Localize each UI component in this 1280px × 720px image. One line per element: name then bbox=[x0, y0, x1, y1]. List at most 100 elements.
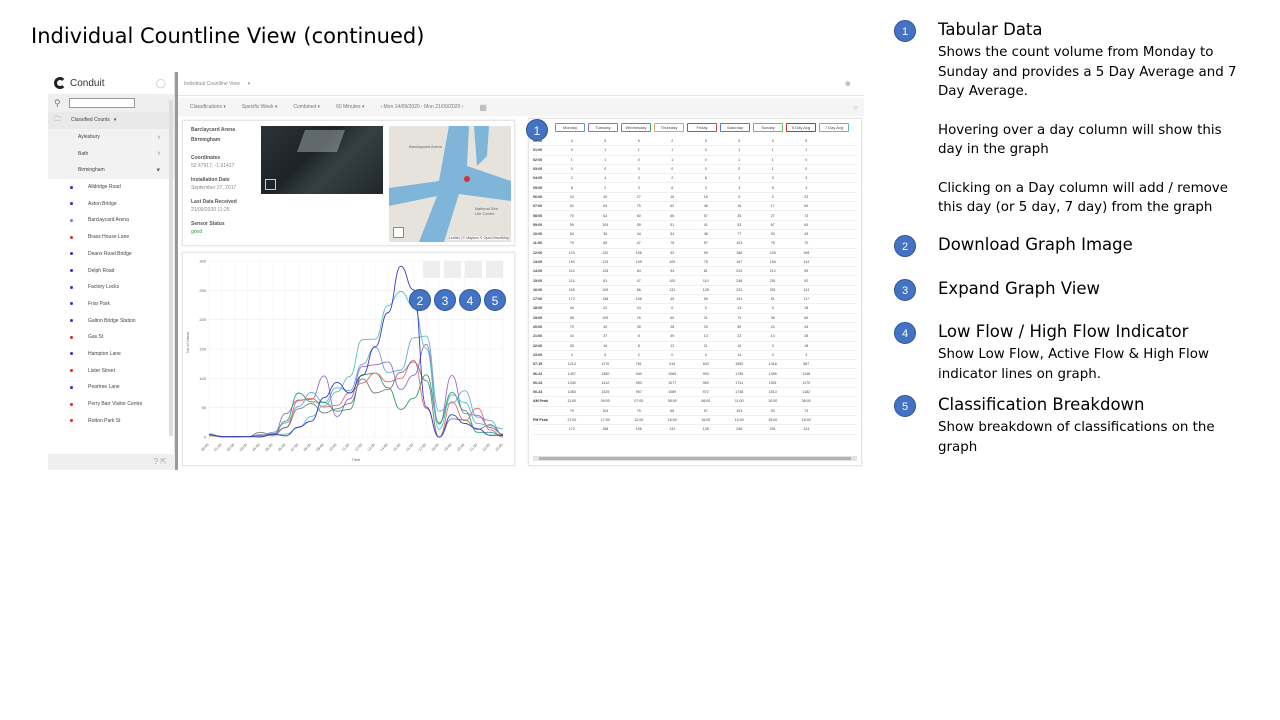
period-dropdown[interactable]: Specific Week ▾ bbox=[242, 104, 278, 110]
sidebar-scrollbar[interactable] bbox=[169, 100, 173, 436]
table-cell: 81 bbox=[603, 278, 608, 283]
table-cell: 153 bbox=[568, 260, 575, 264]
row-label: AM Peak bbox=[533, 399, 548, 404]
row-label: PM Peak bbox=[533, 418, 548, 423]
interval-dropdown[interactable]: 60 Minutes ▾ bbox=[336, 104, 364, 110]
day-column-header[interactable]: Friday bbox=[687, 123, 717, 132]
table-row: 20:00 79 40 45 28 29 59 23 44 bbox=[533, 323, 857, 333]
scroll-thumb[interactable] bbox=[539, 457, 851, 460]
day-column-header[interactable]: Tuesday bbox=[588, 123, 618, 132]
sidebar-group[interactable]: Bath › bbox=[48, 145, 174, 163]
folder-icon: 🗀 bbox=[54, 115, 61, 123]
sidebar-site-item[interactable]: Gas St bbox=[48, 329, 174, 346]
sidebar-site-item[interactable]: Deans Road Bridge bbox=[48, 246, 174, 263]
day-column-header[interactable]: Thursday bbox=[654, 123, 684, 132]
lightbulb-icon[interactable]: ◯ bbox=[156, 78, 166, 89]
sidebar-site-item[interactable]: Perry Barr Visitor Centre bbox=[48, 396, 174, 413]
sidebar-header: Conduit ◯ bbox=[48, 72, 174, 94]
classifications-dropdown[interactable]: Classifications ▾ bbox=[190, 104, 226, 110]
table-cell: 37 bbox=[603, 334, 608, 339]
sidebar-site-item[interactable]: Lister Street bbox=[48, 362, 174, 379]
installation-value: September 27, 2017 bbox=[191, 185, 237, 191]
day-column-header[interactable]: Saturday bbox=[720, 123, 750, 132]
site-dot-icon bbox=[70, 402, 73, 406]
sidebar-site-item[interactable]: Aston Bridge bbox=[48, 195, 174, 212]
table-cell: 76 bbox=[636, 315, 641, 320]
x-tick-label: 11:00 bbox=[341, 443, 350, 452]
table-cell: 0 bbox=[738, 167, 741, 172]
search-input[interactable] bbox=[68, 98, 135, 108]
calendar-icon[interactable]: ▦ bbox=[479, 103, 487, 112]
site-dot-icon bbox=[70, 352, 73, 356]
sidebar-site-item[interactable]: Barclaycard Arena bbox=[48, 212, 174, 229]
user-icon[interactable]: ☻ bbox=[844, 79, 852, 88]
table-cell: 28 bbox=[569, 343, 574, 348]
sidebar-site-item[interactable]: Hampton Lane bbox=[48, 346, 174, 363]
expand-graph-icon[interactable] bbox=[444, 261, 461, 278]
sidebar-category[interactable]: 🗀 Classified Counts ▾ bbox=[48, 112, 174, 129]
x-tick-label: 23:00 bbox=[495, 443, 504, 452]
table-cell: 70 bbox=[804, 241, 809, 246]
x-tick-label: 20:00 bbox=[456, 443, 465, 452]
table-row: 07:00 52 63 75 62 48 16 17 60 bbox=[533, 202, 857, 212]
table-cell: 106 bbox=[635, 297, 642, 302]
note-number-badge: 5 bbox=[894, 395, 916, 417]
day-column-header[interactable]: Sunday bbox=[753, 123, 783, 132]
table-cell: 40 bbox=[603, 194, 608, 199]
table-cell: 1 bbox=[671, 157, 674, 162]
x-tick-label: 02:00 bbox=[226, 443, 235, 452]
x-tick-label: 04:00 bbox=[252, 443, 261, 452]
table-cell: 0 bbox=[570, 167, 573, 172]
download-image-icon[interactable] bbox=[423, 261, 440, 278]
day-column-header[interactable]: 7 Day Avg bbox=[819, 123, 849, 132]
expand-icon[interactable] bbox=[265, 179, 276, 190]
sidebar-site-item[interactable]: Galton Bridge Station bbox=[48, 312, 174, 329]
sidebar-site-item[interactable]: Peartree Lane bbox=[48, 379, 174, 396]
table-cell: 4 bbox=[704, 352, 707, 357]
site-name: Barclaycard Arena bbox=[191, 127, 236, 133]
date-range[interactable]: ‹ Mon 14/09/2020 - Mon 21/09/2020 › bbox=[380, 104, 463, 110]
sidebar-divider[interactable] bbox=[175, 72, 178, 470]
table-cell: 75 bbox=[703, 260, 708, 264]
line-graph[interactable]: No of Users 300 250 200 150 100 50 0 00:00 01:00 0… bbox=[183, 253, 516, 467]
sidebar-group[interactable]: Birmingham ▾ bbox=[48, 162, 174, 179]
table-scrollbar[interactable] bbox=[533, 456, 857, 461]
camera-image bbox=[261, 126, 383, 194]
chevron-down-icon[interactable]: ▾ bbox=[248, 81, 251, 87]
fullscreen-icon[interactable] bbox=[393, 227, 404, 238]
table-cell: 63 bbox=[603, 204, 608, 209]
sidebar: Conduit ◯ ⚲ 🗀 Classified Counts ▾ Aylesb… bbox=[48, 72, 175, 470]
flow-indicator-icon[interactable] bbox=[465, 261, 482, 278]
series-line[interactable] bbox=[208, 291, 504, 438]
sidebar-site-item[interactable]: Delph Road bbox=[48, 262, 174, 279]
sidebar-site-item[interactable]: Factory Locks bbox=[48, 279, 174, 296]
day-column-header[interactable]: Wednesday bbox=[621, 123, 651, 132]
sidebar-site-item[interactable]: Rotton Park St bbox=[48, 412, 174, 429]
table-cell: 1 bbox=[738, 148, 741, 153]
table-cell: 67 bbox=[770, 222, 775, 227]
slide-title: Individual Countline View (continued) bbox=[31, 24, 425, 48]
category-label: Classified Counts bbox=[71, 117, 110, 124]
site-map[interactable]: Barclaycard Arena National Sea Life Cent… bbox=[389, 126, 511, 242]
table-cell: 79 bbox=[569, 325, 574, 330]
classification-breakdown-icon[interactable] bbox=[486, 261, 503, 278]
day-column-header[interactable]: 5 Day Avg bbox=[786, 123, 816, 132]
sidebar-site-item[interactable]: Brass House Lane bbox=[48, 229, 174, 246]
series-line[interactable] bbox=[208, 265, 503, 438]
table-cell: 123 bbox=[602, 260, 609, 264]
site-dot-icon bbox=[70, 369, 73, 373]
series-line[interactable] bbox=[208, 335, 504, 438]
row-label: 07:00 bbox=[533, 204, 543, 209]
help-icon[interactable]: ? ⇱ bbox=[154, 457, 167, 466]
app-name: Conduit bbox=[70, 77, 105, 89]
table-cell: 1 bbox=[771, 148, 774, 153]
combined-dropdown[interactable]: Combined ▾ bbox=[293, 104, 320, 110]
table-row: 04:00 2 4 3 2 8 1 0 3 bbox=[533, 174, 857, 184]
sidebar-group[interactable]: Aylesbury › bbox=[48, 128, 174, 146]
search-icon[interactable]: ⚲ bbox=[54, 98, 61, 109]
day-column-header[interactable]: Monday bbox=[555, 123, 585, 132]
sidebar-site-item[interactable]: Friar Park bbox=[48, 296, 174, 313]
site-dot-icon bbox=[70, 335, 73, 339]
globe-icon[interactable]: ○ bbox=[853, 103, 858, 112]
sidebar-site-item[interactable]: Alldridge Road bbox=[48, 179, 174, 196]
